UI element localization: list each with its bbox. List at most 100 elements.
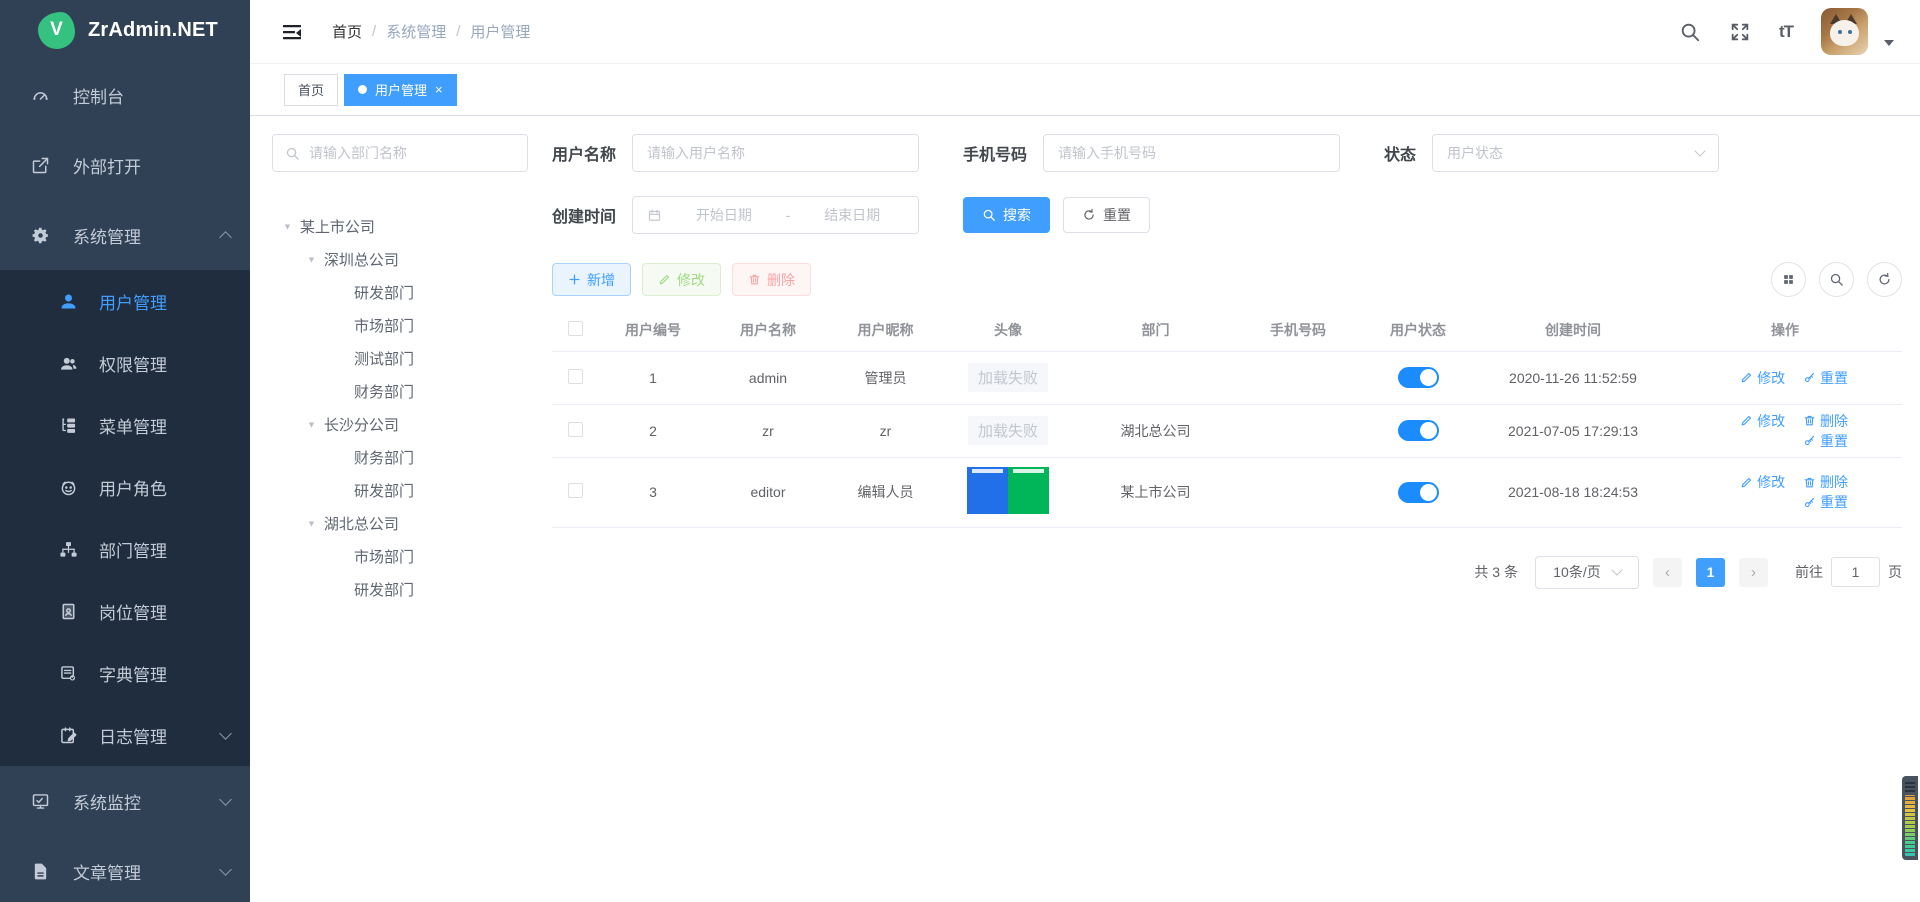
next-page-button[interactable]: › xyxy=(1739,558,1768,587)
scrollbar-widget[interactable] xyxy=(1902,776,1918,860)
sidebar-item-menu-management[interactable]: 菜单管理 xyxy=(0,394,250,456)
edit-button-label: 修改 xyxy=(677,270,705,290)
tree-node[interactable]: 财务部门 xyxy=(272,375,528,408)
tab-label: 用户管理 xyxy=(375,80,427,99)
select-all-checkbox[interactable] xyxy=(568,321,583,336)
row-delete-link[interactable]: 删除 xyxy=(1803,411,1848,431)
row-reset-password-link[interactable]: 重置 xyxy=(1803,431,1848,451)
logo-icon: V xyxy=(38,12,75,49)
trash-icon xyxy=(1803,414,1816,427)
tree-node[interactable]: 市场部门 xyxy=(272,540,528,573)
delete-button[interactable]: 删除 xyxy=(732,263,811,296)
row-reset-password-link[interactable]: 重置 xyxy=(1803,368,1848,388)
sidebar-item-dashboard[interactable]: 控制台 xyxy=(0,60,250,130)
cell-created-time: 2020-11-26 11:52:59 xyxy=(1478,351,1668,404)
topbar-actions: tT xyxy=(1679,8,1894,55)
status-select[interactable]: 用户状态 xyxy=(1432,134,1719,172)
tree-node[interactable]: 研发部门 xyxy=(272,474,528,507)
page-number-button[interactable]: 1 xyxy=(1696,558,1725,587)
sidebar-item-post-management[interactable]: 岗位管理 xyxy=(0,580,250,642)
page-size-select[interactable]: 10条/页 xyxy=(1535,556,1639,589)
tree-caret-icon[interactable] xyxy=(282,221,293,233)
tree-node[interactable]: 研发部门 xyxy=(272,573,528,606)
row-reset-label: 重置 xyxy=(1820,431,1848,451)
column-settings-button[interactable] xyxy=(1771,262,1806,297)
status-toggle[interactable] xyxy=(1398,367,1439,388)
tree-node[interactable]: 深圳总公司 xyxy=(272,243,528,276)
sidebar-item-user-role[interactable]: 用户角色 xyxy=(0,456,250,518)
tree-caret-icon[interactable] xyxy=(306,254,317,266)
edit-button[interactable]: 修改 xyxy=(642,263,721,296)
reset-button[interactable]: 重置 xyxy=(1063,197,1150,233)
row-checkbox[interactable] xyxy=(568,483,583,498)
row-delete-label: 删除 xyxy=(1820,472,1848,492)
row-delete-link[interactable]: 删除 xyxy=(1803,472,1848,492)
tree-node[interactable]: 湖北总公司 xyxy=(272,507,528,540)
sidebar-item-system-management[interactable]: 系统管理 xyxy=(0,200,250,270)
sidebar-collapse-icon[interactable] xyxy=(280,20,304,44)
status-toggle[interactable] xyxy=(1398,420,1439,441)
tree-caret-icon[interactable] xyxy=(306,518,317,530)
date-start-placeholder: 开始日期 xyxy=(672,205,776,225)
sidebar-item-label: 控制台 xyxy=(73,83,230,108)
cell-created-time: 2021-07-05 17:29:13 xyxy=(1478,404,1668,457)
col-user-id: 用户编号 xyxy=(598,309,708,351)
app-logo[interactable]: V ZrAdmin.NET xyxy=(0,0,250,60)
prev-page-button[interactable]: ‹ xyxy=(1653,558,1682,587)
date-end-placeholder: 结束日期 xyxy=(800,205,904,225)
search-icon[interactable] xyxy=(1679,21,1701,43)
pagination-total: 共 3 条 xyxy=(1474,562,1518,582)
tab-home[interactable]: 首页 xyxy=(284,74,338,106)
row-edit-link[interactable]: 修改 xyxy=(1740,411,1785,431)
row-checkbox[interactable] xyxy=(568,369,583,384)
breadcrumb-system: 系统管理 xyxy=(386,21,446,42)
date-range-picker[interactable]: 开始日期 - 结束日期 xyxy=(632,196,919,234)
row-edit-link[interactable]: 修改 xyxy=(1740,472,1785,492)
breadcrumb-home[interactable]: 首页 xyxy=(332,21,362,42)
tree-node[interactable]: 市场部门 xyxy=(272,309,528,342)
log-icon xyxy=(58,725,79,746)
tree-node[interactable]: 测试部门 xyxy=(272,342,528,375)
search-button[interactable]: 搜索 xyxy=(963,197,1050,233)
show-search-button[interactable] xyxy=(1819,262,1854,297)
sidebar-item-external-open[interactable]: 外部打开 xyxy=(0,130,250,200)
department-search-input[interactable] xyxy=(309,145,515,161)
row-checkbox[interactable] xyxy=(568,422,583,437)
fullscreen-icon[interactable] xyxy=(1729,21,1751,43)
username-input[interactable] xyxy=(647,145,904,161)
sidebar-item-department-management[interactable]: 部门管理 xyxy=(0,518,250,580)
username-field xyxy=(632,134,919,172)
phone-input[interactable] xyxy=(1058,145,1325,161)
avatar[interactable] xyxy=(1821,8,1868,55)
refresh-table-button[interactable] xyxy=(1867,262,1902,297)
user-menu-caret-icon[interactable] xyxy=(1884,40,1894,46)
sidebar-item-log-management[interactable]: 日志管理 xyxy=(0,704,250,766)
sidebar-item-dictionary-management[interactable]: 字典管理 xyxy=(0,642,250,704)
key-icon xyxy=(1803,371,1816,384)
status-toggle[interactable] xyxy=(1398,482,1439,503)
tree-node[interactable]: 某上市公司 xyxy=(272,210,528,243)
search-icon xyxy=(285,146,300,161)
tree-caret-icon[interactable] xyxy=(306,419,317,431)
robot-face-icon xyxy=(58,477,79,498)
tree-node[interactable]: 财务部门 xyxy=(272,441,528,474)
tab-user-management[interactable]: 用户管理 × xyxy=(344,74,457,106)
row-reset-password-link[interactable]: 重置 xyxy=(1803,492,1848,512)
tree-node-label: 研发部门 xyxy=(354,480,414,501)
sidebar-item-user-management[interactable]: 用户管理 xyxy=(0,270,250,332)
cell-actions: 修改 删除 重置 xyxy=(1668,457,1902,527)
sidebar-item-article-management[interactable]: 文章管理 xyxy=(0,836,250,902)
sidebar-item-system-monitor[interactable]: 系统监控 xyxy=(0,766,250,836)
tab-close-icon[interactable]: × xyxy=(435,83,443,96)
goto-page-input[interactable] xyxy=(1831,557,1880,587)
tree-node[interactable]: 研发部门 xyxy=(272,276,528,309)
article-icon xyxy=(30,861,51,882)
row-edit-link[interactable]: 修改 xyxy=(1740,368,1785,388)
sidebar-item-permission-management[interactable]: 权限管理 xyxy=(0,332,250,394)
font-size-icon[interactable]: tT xyxy=(1779,22,1793,42)
row-delete-label: 删除 xyxy=(1820,411,1848,431)
trash-icon xyxy=(748,273,761,286)
add-button[interactable]: 新增 xyxy=(552,263,631,296)
tree-node[interactable]: 长沙分公司 xyxy=(272,408,528,441)
table-header-row: 用户编号 用户名称 用户昵称 头像 部门 手机号码 用户状态 创建时间 操作 xyxy=(552,309,1902,351)
